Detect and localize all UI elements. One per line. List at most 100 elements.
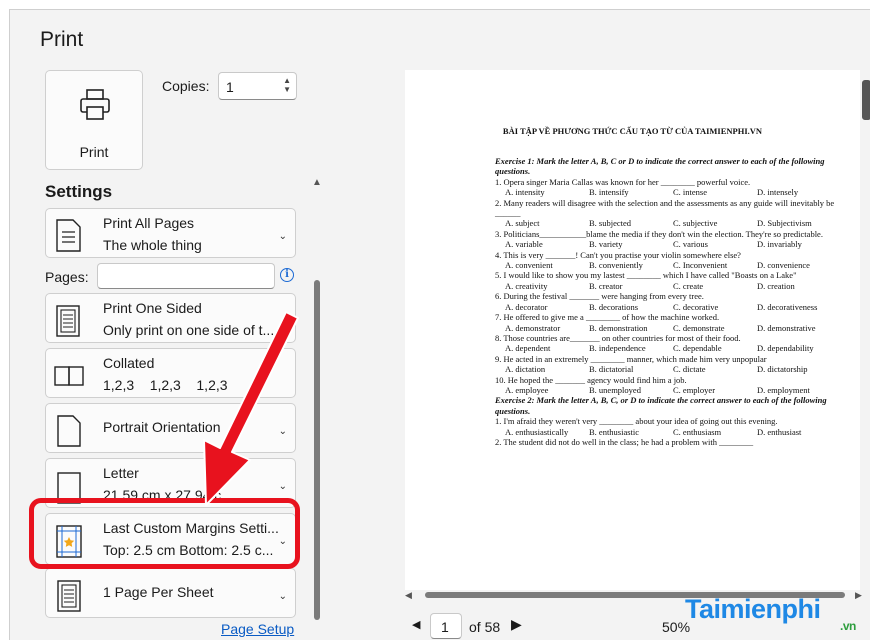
- answer-option: C. dependable: [673, 343, 722, 354]
- document-pages-icon: [56, 219, 81, 252]
- answer-option: A. demonstrator: [505, 322, 561, 333]
- card-line1: Print All Pages: [103, 215, 195, 231]
- next-page-icon[interactable]: ▶: [511, 616, 522, 633]
- answer-option: B. enthusiastic: [589, 426, 640, 437]
- answer-option: C. enthusiasm: [673, 426, 722, 437]
- answer-option: D. dependability: [757, 343, 814, 354]
- card-line2: Only print on one side of t...: [103, 322, 275, 338]
- print-range-select[interactable]: Print All Pages The whole thing ⌄: [45, 208, 296, 258]
- scroll-right-icon[interactable]: ▶: [855, 590, 862, 601]
- answer-option: C. employer: [673, 384, 716, 395]
- pages-per-sheet-select[interactable]: 1 Page Per Sheet ⌄: [45, 568, 296, 618]
- answer-options: A. employee B. unemployed C. employer D. em…: [495, 385, 840, 395]
- question-text: 3. Politicians___________blame the media…: [495, 228, 823, 239]
- copies-input[interactable]: 1 ▲ ▼: [218, 72, 297, 100]
- card-line2: The whole thing: [103, 237, 202, 253]
- dialog-title: Print: [40, 28, 84, 51]
- chevron-down-icon: ⌄: [278, 426, 287, 437]
- question-list: 1. I'm afraid they weren't very ________…: [495, 416, 840, 447]
- copies-value: 1: [226, 79, 234, 95]
- answer-option: A. employee: [505, 384, 549, 395]
- answer-option: B. subjected: [589, 218, 632, 229]
- settings-heading: Settings: [45, 182, 113, 201]
- answer-option: A. decorator: [505, 301, 548, 312]
- collation-select[interactable]: Collated 1,2,3 1,2,3 1,2,3: [45, 348, 296, 398]
- answer-option: D. enthusiast: [757, 426, 802, 437]
- answer-option: D. Subjectivism: [757, 218, 812, 229]
- answer-option: B. conveniently: [589, 260, 643, 271]
- pages-input[interactable]: [97, 263, 275, 289]
- watermark-text: Taimienphi: [685, 594, 821, 624]
- answer-option: B. variety: [589, 239, 623, 250]
- answer-option: D. dictatorship: [757, 364, 808, 375]
- collated-icon: [54, 366, 84, 386]
- preview-page: BÀI TẬP VỀ PHƯƠNG THỨC CẤU TẠO TỪ CỦA TA…: [405, 70, 860, 590]
- question-list: 1. Opera singer Maria Callas was known f…: [495, 177, 840, 396]
- answer-option: C. Inconvenient: [673, 260, 728, 271]
- watermark-suffix: .vn: [840, 619, 856, 633]
- chevron-down-icon: ⌄: [278, 591, 287, 602]
- orientation-select[interactable]: Portrait Orientation ⌄: [45, 403, 296, 453]
- answer-option: D. demonstrative: [757, 322, 816, 333]
- answer-option: A. convenient: [505, 260, 553, 271]
- card-line1: Collated: [103, 355, 155, 371]
- printer-icon: [80, 89, 110, 120]
- sides-select[interactable]: Print One Sided Only print on one side o…: [45, 293, 296, 343]
- answer-options: A. subject B. subjected C. subjective D. Su…: [495, 218, 840, 228]
- card-line1: Letter: [103, 465, 139, 481]
- card-line2: 1,2,3 1,2,3 1,2,3: [103, 377, 228, 393]
- answer-option: C. dictate: [673, 364, 706, 375]
- answer-option: B. demonstration: [589, 322, 648, 333]
- answer-options: A. demonstrator B. demonstration C. demons…: [495, 323, 840, 333]
- answer-options: A. creativity B. creator C. create D. creat…: [495, 281, 840, 291]
- card-line1: Portrait Orientation: [103, 419, 221, 435]
- answer-option: B. unemployed: [589, 384, 641, 395]
- card-line1: 1 Page Per Sheet: [103, 584, 214, 600]
- answer-option: A. subject: [505, 218, 540, 229]
- scroll-left-icon[interactable]: ◀: [405, 590, 412, 601]
- answer-option: A. intensity: [505, 187, 545, 198]
- answer-option: A. dictation: [505, 364, 546, 375]
- question-text: 5. I would like to show you my lastest _…: [495, 270, 797, 281]
- copies-spinner[interactable]: ▲ ▼: [283, 76, 291, 94]
- copies-label: Copies:: [162, 78, 210, 94]
- answer-option: D. employment: [757, 384, 810, 395]
- answer-option: C. create: [673, 280, 704, 291]
- portrait-icon: [57, 415, 81, 447]
- answer-options: A. dependent B. independence C. dependable…: [495, 343, 840, 353]
- answer-options: A. enthusiastically B. enthusiastic C. ent…: [495, 427, 840, 437]
- card-line1: Print One Sided: [103, 300, 202, 316]
- exercise-heading: Exercise 2: Mark the letter A, B, C, or …: [495, 395, 827, 416]
- preview-body: Exercise 1: Mark the letter A, B, C or D…: [495, 156, 840, 447]
- answer-option: D. invariably: [757, 239, 802, 250]
- answer-options: A. intensity B. intensify C. intense D. int…: [495, 187, 840, 197]
- answer-option: A. variable: [505, 239, 543, 250]
- question-text: 2. Many readers will disagree with the s…: [495, 197, 835, 219]
- one-sided-icon: [56, 305, 80, 337]
- answer-option: A. dependent: [505, 343, 551, 354]
- answer-option: D. convenience: [757, 260, 810, 271]
- question-text: 8. Those countries are_______ on other c…: [495, 332, 741, 343]
- page-setup-link[interactable]: Page Setup: [221, 621, 294, 637]
- answer-option: B. decorations: [589, 301, 639, 312]
- answer-option: C. decorative: [673, 301, 719, 312]
- question-text: 2. The student did not do well in the cl…: [495, 436, 754, 447]
- watermark-logo: Taimienphi .vn: [685, 594, 856, 633]
- sheet-icon: [57, 580, 81, 612]
- answer-option: A. enthusiastically: [505, 426, 569, 437]
- page-number-input[interactable]: 1: [430, 613, 462, 639]
- answer-options: A. dictation B. dictatorial C. dictate D. d…: [495, 364, 840, 374]
- answer-option: C. subjective: [673, 218, 718, 229]
- settings-scrollbar[interactable]: [314, 280, 320, 620]
- info-icon[interactable]: i: [280, 268, 294, 282]
- question-text: 1. I'm afraid they weren't very ________…: [495, 416, 778, 427]
- previous-page-icon[interactable]: ◀: [412, 618, 420, 631]
- answer-option: B. dictatorial: [589, 364, 634, 375]
- preview-title: BÀI TẬP VỀ PHƯƠNG THỨC CẤU TẠO TỪ CỦA TA…: [502, 126, 763, 136]
- preview-vertical-scrollbar[interactable]: [862, 80, 870, 120]
- print-button[interactable]: Print: [45, 70, 143, 170]
- chevron-down-icon: ⌄: [278, 481, 287, 492]
- scroll-up-icon[interactable]: ▲: [312, 177, 322, 188]
- answer-options: A. decorator B. decorations C. decorative D…: [495, 302, 840, 312]
- highlight-box: [29, 498, 300, 569]
